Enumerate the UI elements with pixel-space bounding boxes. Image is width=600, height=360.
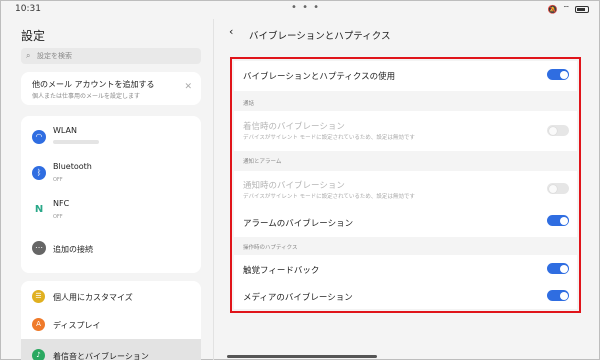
alarm-vibration-row[interactable]: アラームのバイブレーション [234,209,577,237]
sidebar-item-bluetooth[interactable]: ᛒ Bluetooth OFF [21,156,201,192]
row-label: 通知時のバイブレーション [243,181,345,191]
sidebar-title: 設定 [21,29,46,43]
status-bar: 10:31 • • • 🔕 ⌔ [1,1,599,19]
section-label: 操作時のハプティクス [243,245,298,251]
close-icon[interactable]: ✕ [184,82,192,92]
notification-vibration-toggle[interactable] [547,183,569,194]
row-label: バイブレーションとハプティクスの使用 [243,72,396,82]
alarm-vibration-toggle[interactable] [547,215,569,226]
toggle-knob [559,264,568,273]
sidebar-item-customize[interactable]: ☰ 個人用にカスタマイズ [21,283,201,311]
toggle-knob [559,70,568,79]
screen: 10:31 • • • 🔕 ⌔ 設定 ⌕ 設定を検索 他のメール アカウントを追… [0,0,600,360]
status-icons: 🔕 ⌔ [547,4,589,14]
ringtone-vibration-toggle[interactable] [547,125,569,136]
toggle-knob [548,184,557,193]
sidebar-item-nfc[interactable]: N NFC OFF [21,193,201,229]
toggle-knob [559,291,568,300]
personal-card: ☰ 個人用にカスタマイズ A ディスプレイ ♪ 着信音とバイブレーション [21,281,201,360]
search-placeholder: 設定を検索 [37,52,72,60]
sidebar-item-display[interactable]: A ディスプレイ [21,311,201,339]
section-label: 通話 [243,101,255,107]
row-label: アラームのバイブレーション [243,219,354,229]
main-vibration-toggle[interactable] [547,69,569,80]
ringtone-vibration-row[interactable]: 着信時のバイブレーション デバイスがサイレント モードに設定されているため、設定… [234,113,577,151]
section-header-notification: 通知とアラーム [234,151,577,171]
sidebar-item-label: WLAN [53,126,78,135]
network-card: ◠ WLAN ᛒ Bluetooth OFF N NFC OFF ⋯ 追加の接続 [21,116,201,273]
toggle-knob [548,126,557,135]
clock: 10:31 [15,4,41,14]
media-vibration-row[interactable]: メディアのバイブレーション [234,284,577,308]
settings-sidebar: 設定 ⌕ 設定を検索 他のメール アカウントを追加する 個人または仕事用のメール… [11,19,211,360]
add-account-subtitle: 個人または仕事用のメールを設定します [32,93,141,100]
touch-feedback-row[interactable]: 触覚フィードバック [234,257,577,281]
add-account-card[interactable]: 他のメール アカウントを追加する 個人または仕事用のメールを設定します ✕ [21,72,201,105]
section-header-haptics: 操作時のハプティクス [234,237,577,255]
sidebar-item-label: Bluetooth [53,162,92,171]
mute-icon: 🔕 [547,4,558,14]
row-label: メディアのバイブレーション [243,293,353,303]
pane-divider [213,19,214,360]
sidebar-item-label: 追加の接続 [53,245,93,254]
row-sub: デバイスがサイレント モードに設定されているため、設定は無効です [243,194,415,200]
wifi-status-icon: ⌔ [562,4,570,13]
row-label: 触覚フィードバック [243,266,320,276]
page-title: バイブレーションとハプティクス [249,31,391,42]
window-handle[interactable]: • • • [291,2,320,13]
search-icon: ⌕ [26,51,31,60]
media-vibration-toggle[interactable] [547,290,569,301]
back-icon[interactable]: ‹ [229,25,233,38]
nfc-icon: N [34,204,44,215]
add-account-title: 他のメール アカウントを追加する [32,80,155,89]
battery-icon [575,5,589,13]
bluetooth-icon: ᛒ [32,166,46,180]
display-icon: A [32,318,45,331]
sidebar-item-label: 着信音とバイブレーション [53,352,149,360]
section-label: 通知とアラーム [243,159,282,165]
wifi-icon: ◠ [32,130,46,144]
sidebar-item-sub: OFF [53,214,63,220]
search-input[interactable]: ⌕ 設定を検索 [21,48,201,64]
section-header-call: 通話 [234,91,577,111]
sidebar-item-label: NFC [53,199,70,208]
sidebar-item-sound[interactable]: ♪ 着信音とバイブレーション [21,339,201,360]
touch-feedback-toggle[interactable] [547,263,569,274]
sidebar-item-sub: OFF [53,177,63,183]
vibration-settings-panel: バイブレーションとハプティクスの使用 通話 着信時のバイブレーション デバイスが… [234,61,577,309]
main-vibration-row[interactable]: バイブレーションとハプティクスの使用 [234,61,577,89]
sidebar-item-wlan[interactable]: ◠ WLAN [21,120,201,156]
sidebar-item-more-connections[interactable]: ⋯ 追加の接続 [21,231,201,267]
toggle-knob [559,216,568,225]
row-sub: デバイスがサイレント モードに設定されているため、設定は無効です [243,135,415,141]
wlan-status-placeholder [53,140,99,144]
notification-vibration-row[interactable]: 通知時のバイブレーション デバイスがサイレント モードに設定されているため、設定… [234,172,577,210]
gesture-bar[interactable] [227,355,377,358]
customize-icon: ☰ [32,290,45,303]
sidebar-item-label: 個人用にカスタマイズ [53,293,133,302]
more-icon: ⋯ [32,241,46,255]
sound-icon: ♪ [32,349,45,360]
sidebar-item-label: ディスプレイ [53,321,101,330]
row-label: 着信時のバイブレーション [243,122,345,132]
